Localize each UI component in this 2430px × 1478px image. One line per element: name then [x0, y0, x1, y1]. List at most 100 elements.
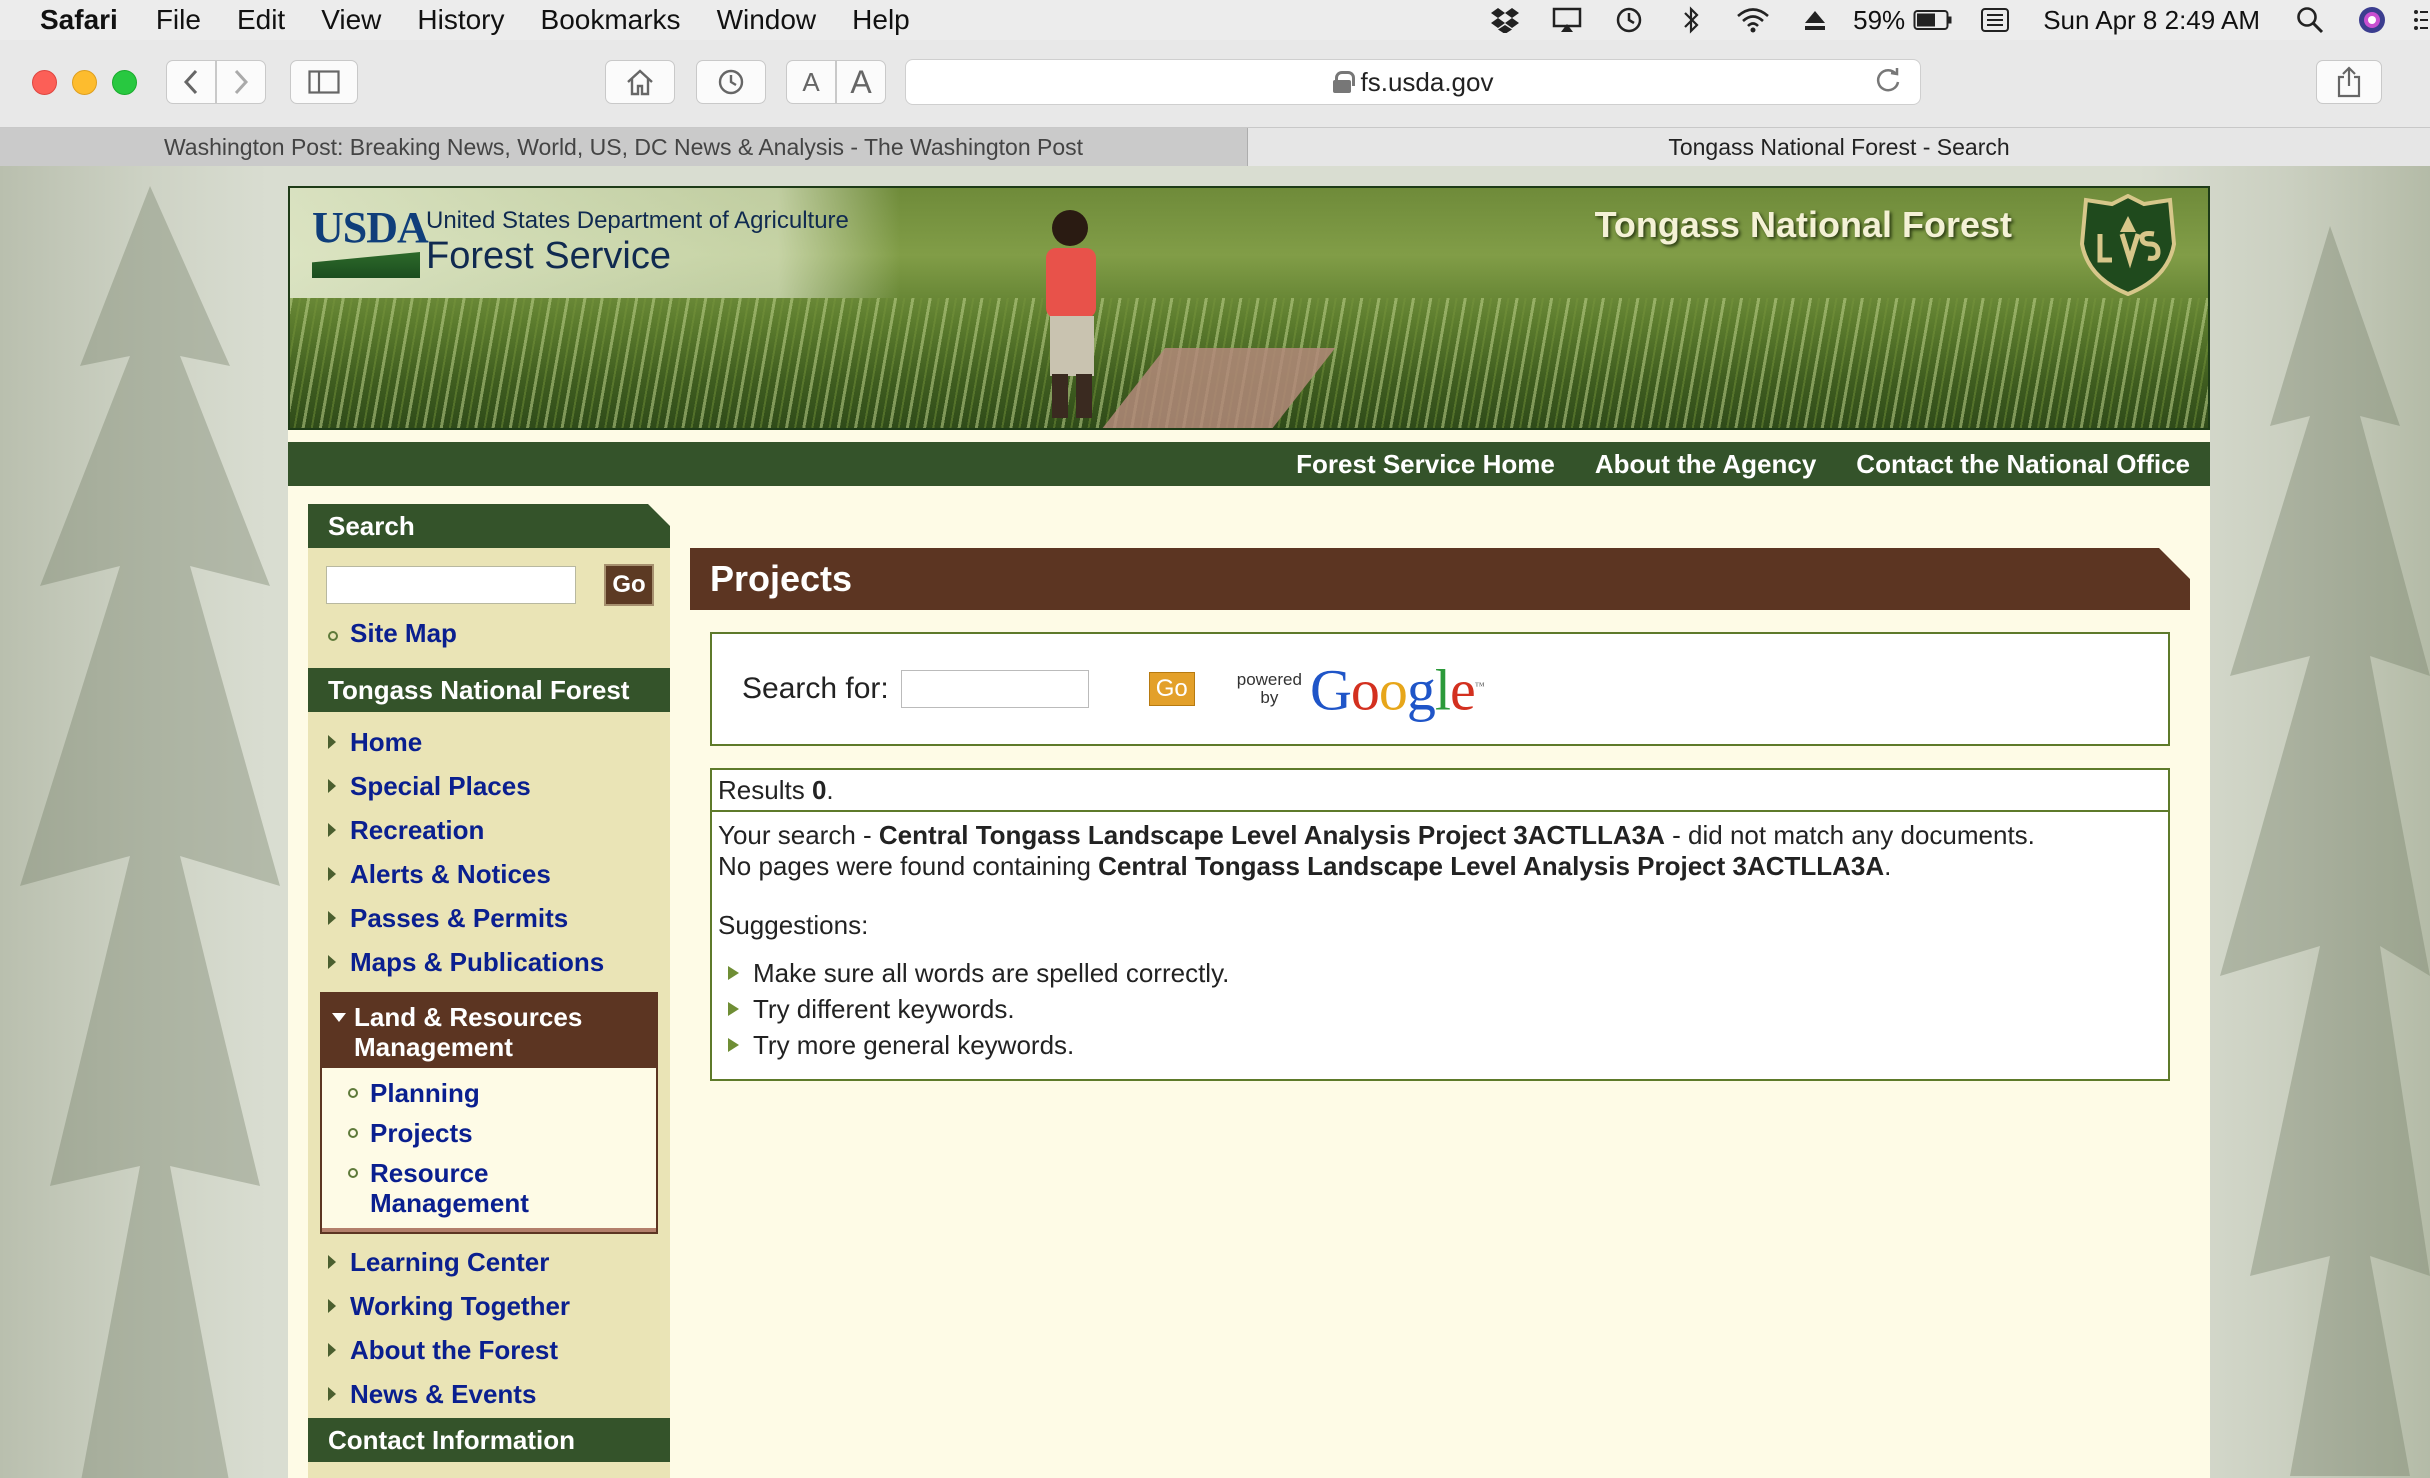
msg1-suffix: - did not match any documents.: [1664, 820, 2035, 850]
tab-washington-post[interactable]: Washington Post: Breaking News, World, U…: [0, 128, 1248, 166]
sidebar-subitem-resource-management[interactable]: Resource Management: [322, 1158, 529, 1218]
address-bar[interactable]: fs.usda.gov: [905, 59, 1921, 105]
sidebar-item-maps-publications[interactable]: Maps & Publications: [308, 940, 670, 984]
menu-help[interactable]: Help: [852, 4, 910, 36]
reload-icon[interactable]: [1874, 66, 1902, 102]
sidebar-item-news-events[interactable]: News & Events: [308, 1372, 670, 1416]
notification-center-icon[interactable]: [2410, 0, 2430, 40]
sidebar-item-alerts-notices[interactable]: Alerts & Notices: [308, 852, 670, 896]
results-message: Your search - Central Tongass Landscape …: [710, 812, 2170, 1081]
sidebar-search-input[interactable]: [326, 566, 576, 604]
sidebar-subitem-projects[interactable]: Projects: [322, 1118, 656, 1148]
nav-contact-national-office[interactable]: Contact the National Office: [1856, 449, 2190, 480]
forest-title: Tongass National Forest: [1594, 204, 2012, 245]
google-letter: o: [1350, 657, 1380, 723]
sidebar-subitem-planning[interactable]: Planning: [322, 1078, 656, 1108]
input-menu-icon[interactable]: [1971, 0, 2019, 40]
browser-toolbar: A A fs.usda.gov: [0, 40, 2430, 128]
google-letter: e: [1449, 657, 1476, 723]
circle-bullet-icon: [348, 1088, 358, 1098]
time-machine-icon[interactable]: [1605, 0, 1653, 40]
site-banner: USDA United States Department of Agricul…: [288, 186, 2210, 430]
battery-icon[interactable]: [1909, 0, 1957, 40]
tab-tongass-search[interactable]: Tongass National Forest - Search: [1248, 128, 2430, 166]
minimize-window-button[interactable]: [72, 70, 97, 95]
menu-window[interactable]: Window: [717, 4, 817, 36]
text-larger-button[interactable]: A: [836, 60, 886, 104]
sidebar-item-about-forest[interactable]: About the Forest: [308, 1328, 670, 1372]
back-button[interactable]: [166, 60, 216, 104]
menu-edit[interactable]: Edit: [237, 4, 285, 36]
bluetooth-icon[interactable]: [1667, 0, 1715, 40]
results-suffix: .: [826, 774, 834, 805]
msg2-suffix: .: [1884, 851, 1892, 881]
sidebar-item-passes-permits[interactable]: Passes & Permits: [308, 896, 670, 940]
spotlight-icon[interactable]: [2286, 0, 2334, 40]
sidebar-item-label: Passes & Permits: [350, 902, 569, 933]
sidebar-item-label: Maps & Publications: [350, 946, 605, 977]
tab-bar: Washington Post: Breaking News, World, U…: [0, 128, 2430, 166]
sidebar-subitems: Planning Projects Resource Management: [322, 1078, 656, 1228]
usda-letters: USDA: [312, 203, 429, 252]
close-window-button[interactable]: [32, 70, 57, 95]
menu-view[interactable]: View: [321, 4, 381, 36]
sidebar-site-map-link[interactable]: Site Map: [308, 612, 670, 654]
query-text: Central Tongass Landscape Level Analysis…: [1098, 851, 1885, 881]
sidebar-go-button[interactable]: Go: [604, 564, 654, 606]
battery-percent: 59%: [1853, 4, 1906, 35]
wifi-icon[interactable]: [1729, 0, 1777, 40]
forward-button[interactable]: [216, 60, 266, 104]
menu-bookmarks[interactable]: Bookmarks: [541, 4, 681, 36]
sidebar-item-label: About the Forest: [350, 1334, 558, 1365]
google-letter: g: [1406, 657, 1436, 723]
menu-file[interactable]: File: [156, 4, 201, 36]
menu-clock[interactable]: Sun Apr 8 2:49 AM: [2043, 5, 2260, 36]
menu-safari[interactable]: Safari: [40, 4, 118, 36]
status-area: 59% Sun Apr 8 2:49 AM: [1467, 0, 2430, 40]
suggestion-text: Try more general keywords.: [753, 1030, 1075, 1060]
nav-about-agency[interactable]: About the Agency: [1595, 449, 1816, 480]
sidebar-toggle-button[interactable]: [290, 60, 358, 104]
sidebar-item-special-places[interactable]: Special Places: [308, 764, 670, 808]
clock-icon: [718, 69, 744, 95]
airplay-icon[interactable]: [1543, 0, 1591, 40]
query-text: Central Tongass Landscape Level Analysis…: [878, 820, 1665, 850]
search-go-button[interactable]: Go: [1148, 672, 1195, 706]
eject-icon[interactable]: [1791, 0, 1839, 40]
sidebar-item-home[interactable]: Home: [308, 720, 670, 764]
zoom-window-button[interactable]: [112, 70, 137, 95]
sidebar-expanded-section: Land & Resources Management Planning Pro…: [320, 992, 658, 1234]
usda-swoosh: [312, 252, 420, 278]
sidebar-item-recreation[interactable]: Recreation: [308, 808, 670, 852]
by-word: by: [1260, 687, 1279, 707]
triangle-down-icon: [332, 1013, 346, 1022]
siri-icon[interactable]: [2348, 0, 2396, 40]
share-icon: [2337, 66, 2361, 98]
menu-history[interactable]: History: [417, 4, 504, 36]
page-title: Projects: [690, 548, 2190, 610]
dropbox-icon[interactable]: [1481, 0, 1529, 40]
history-button[interactable]: [696, 60, 766, 104]
suggestion-item: Try more general keywords.: [728, 1027, 2162, 1063]
lock-icon: [1332, 71, 1355, 93]
department-name: United States Department of Agriculture: [426, 207, 849, 234]
sidebar-subitem-label: Planning: [370, 1078, 480, 1108]
google-letter: o: [1378, 657, 1408, 723]
sidebar-item-working-together[interactable]: Working Together: [308, 1284, 670, 1328]
home-button[interactable]: [605, 60, 675, 104]
sidebar-item-land-resources[interactable]: Land & Resources Management: [322, 994, 656, 1068]
text-smaller-button[interactable]: A: [786, 60, 836, 104]
forest-service-shield-icon[interactable]: [2078, 194, 2178, 296]
sidebar-subitem-label: Resource Management: [370, 1158, 529, 1218]
nav-forest-service-home[interactable]: Forest Service Home: [1296, 449, 1555, 480]
sidebar-item-learning-center[interactable]: Learning Center: [308, 1240, 670, 1284]
share-button[interactable]: [2316, 60, 2382, 104]
suggestions-list: Make sure all words are spelled correctl…: [718, 955, 2162, 1063]
chevron-left-icon: [183, 69, 198, 95]
sidebar-contact-heading[interactable]: Contact Information: [308, 1418, 670, 1462]
search-input[interactable]: [900, 670, 1089, 708]
sidebar-item-label: Learning Center: [350, 1246, 550, 1277]
usda-logo[interactable]: USDA United States Department of Agricul…: [312, 206, 849, 278]
search-for-label: Search for:: [742, 672, 889, 705]
triangle-right-icon: [728, 1002, 739, 1016]
